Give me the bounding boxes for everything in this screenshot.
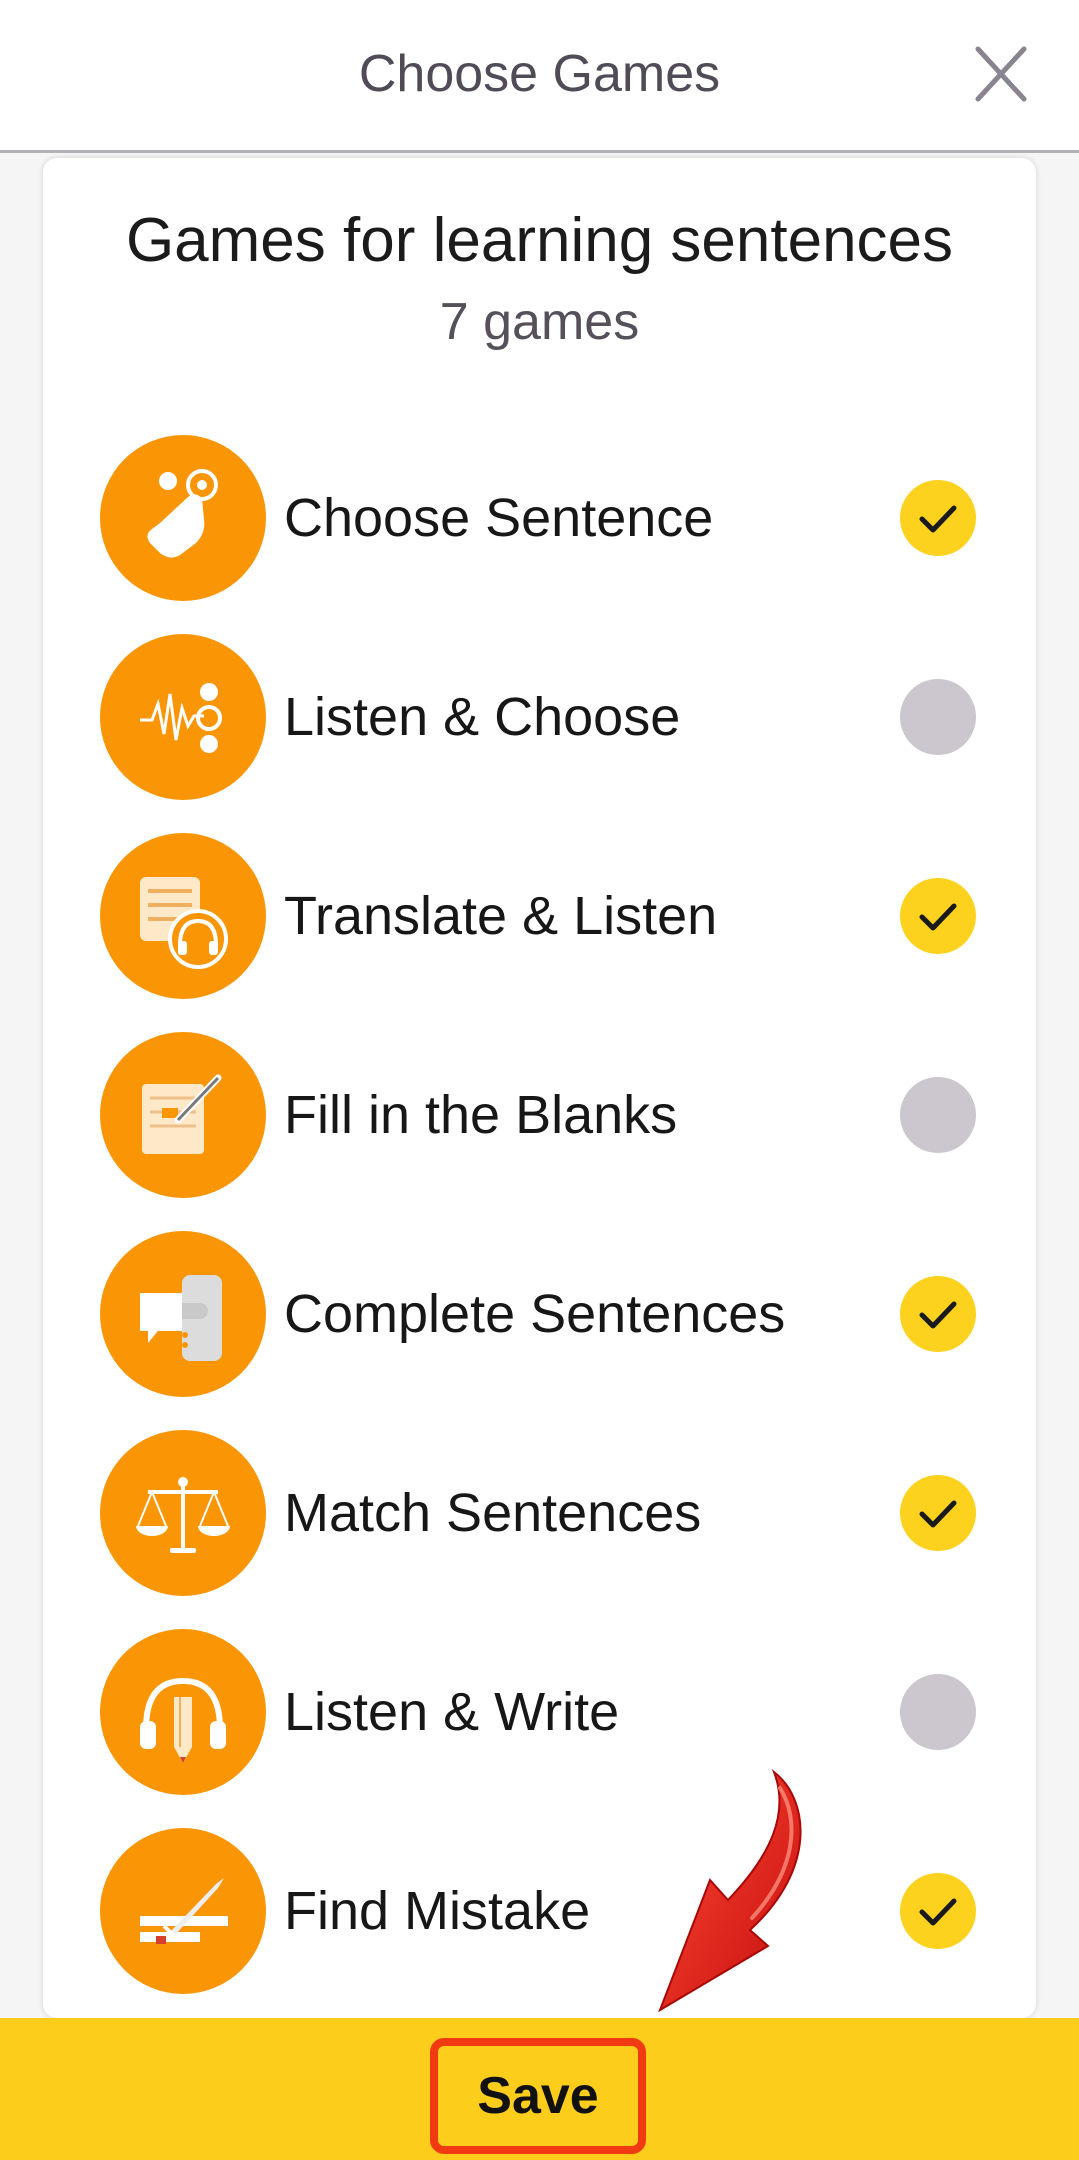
- game-icon-badge: [100, 1231, 266, 1397]
- note-pen-icon: [142, 1074, 222, 1154]
- page-title: Choose Games: [358, 45, 721, 103]
- sound-wave-icon: [140, 683, 222, 753]
- game-row-match-sentences[interactable]: Match Sentences: [100, 1430, 980, 1596]
- card-title: Games for learning sentences: [125, 206, 954, 275]
- selection-checkbox[interactable]: [900, 1475, 976, 1551]
- hand-tap-icon: [147, 469, 218, 558]
- game-row-find-mistake[interactable]: Find Mistake: [100, 1828, 980, 1994]
- game-icon-badge: [100, 833, 266, 999]
- game-label: Listen & Choose: [284, 687, 681, 747]
- selection-checkbox[interactable]: [900, 1873, 976, 1949]
- game-label: Complete Sentences: [284, 1284, 786, 1344]
- game-icon-badge: [100, 634, 266, 800]
- selection-checkbox[interactable]: [900, 480, 976, 556]
- checkmark-icon: [919, 903, 957, 931]
- selection-checkbox[interactable]: [900, 1674, 976, 1750]
- game-row-listen-choose[interactable]: Listen & Choose: [100, 634, 980, 800]
- game-row-choose-sentence[interactable]: Choose Sentence: [100, 435, 980, 601]
- game-label: Choose Sentence: [284, 488, 714, 548]
- close-icon: [975, 46, 1027, 102]
- app-header: Choose Games: [0, 0, 1079, 153]
- games-count: 7 games: [439, 293, 640, 351]
- game-row-translate-listen[interactable]: Translate & Listen: [100, 833, 980, 999]
- save-button[interactable]: Save: [430, 2038, 646, 2154]
- game-row-listen-write[interactable]: Listen & Write: [100, 1629, 980, 1795]
- game-icon-badge: [100, 1828, 266, 1994]
- annotation-arrow-icon: [658, 1769, 802, 2013]
- game-label: Listen & Write: [284, 1682, 620, 1742]
- selection-checkbox[interactable]: [900, 878, 976, 954]
- game-row-fill-blanks[interactable]: Fill in the Blanks: [100, 1032, 980, 1198]
- sword-bars-icon: [140, 1878, 228, 1944]
- game-label: Match Sentences: [284, 1483, 702, 1543]
- checkmark-icon: [919, 1301, 957, 1329]
- game-icon-badge: [100, 1629, 266, 1795]
- headphones-pencil-icon: [140, 1677, 226, 1763]
- game-icon-badge: [100, 435, 266, 601]
- selection-checkbox[interactable]: [900, 679, 976, 755]
- checkmark-icon: [919, 1898, 957, 1926]
- close-button[interactable]: [966, 44, 1036, 104]
- checkmark-icon: [919, 1500, 957, 1528]
- game-icon-badge: [100, 1032, 266, 1198]
- speech-puzzle-icon: [140, 1275, 222, 1361]
- scales-icon: [136, 1477, 230, 1553]
- game-icon-badge: [100, 1430, 266, 1596]
- game-label: Find Mistake: [284, 1881, 591, 1941]
- game-label: Fill in the Blanks: [284, 1085, 678, 1145]
- checkmark-icon: [919, 505, 957, 533]
- selection-checkbox[interactable]: [900, 1276, 976, 1352]
- selection-checkbox[interactable]: [900, 1077, 976, 1153]
- game-row-complete-sentences[interactable]: Complete Sentences: [100, 1231, 980, 1397]
- list-headphones-icon: [140, 877, 228, 969]
- game-label: Translate & Listen: [284, 886, 718, 946]
